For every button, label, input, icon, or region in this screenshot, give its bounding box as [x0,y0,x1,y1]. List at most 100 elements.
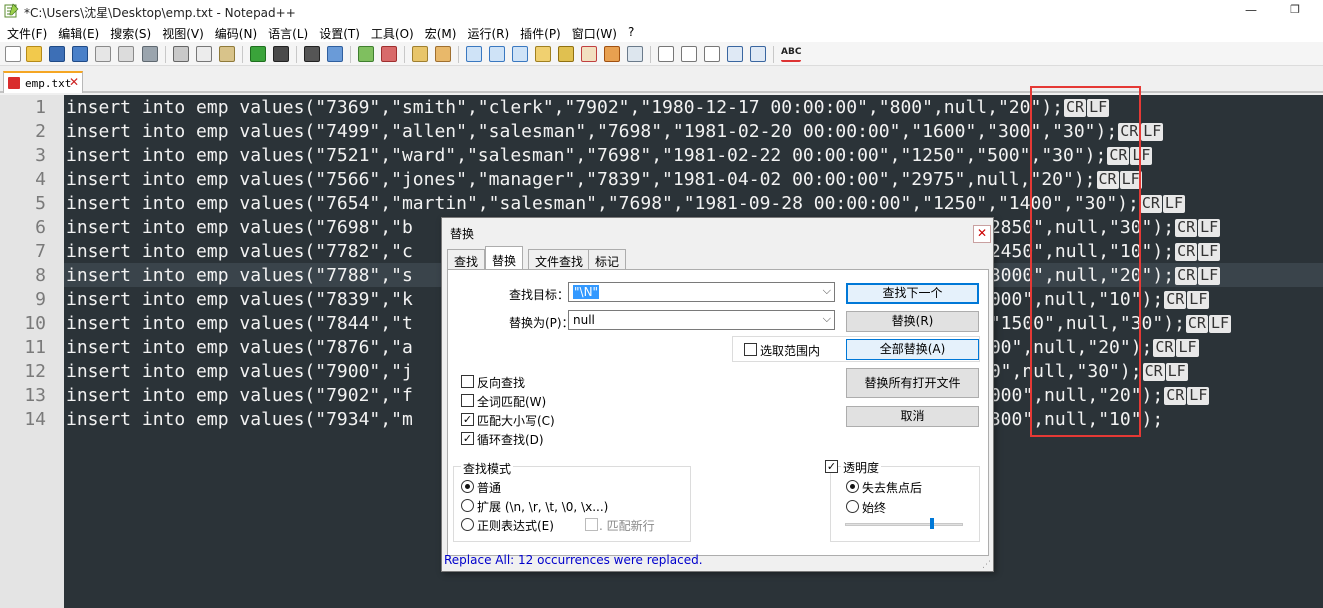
print-icon[interactable] [142,46,158,62]
code-line[interactable]: insert into emp values("7876","a [66,336,413,360]
tab-find-in-files[interactable]: 文件查找 [528,249,591,269]
code-line[interactable]: insert into emp values("7499","allen","s… [66,120,1164,144]
search-mode-extended-radio[interactable] [461,499,474,512]
run-macro-multiple-icon[interactable] [727,46,743,62]
transparency-on-lose-focus-radio[interactable] [846,480,859,493]
code-line[interactable]: insert into emp values("7839","k [66,288,413,312]
menu-search[interactable]: 搜索(S) [107,22,154,42]
define-language-icon[interactable] [535,46,551,62]
undo-icon[interactable] [250,46,266,62]
menu-help[interactable]: ? [625,22,637,42]
minimize-button[interactable]: — [1243,3,1259,17]
tab-find[interactable]: 查找 [447,249,486,269]
word-wrap-icon[interactable] [466,46,482,62]
folder-as-workspace-icon[interactable] [604,46,620,62]
chevron-down-icon[interactable]: ⌵ [823,312,831,326]
search-mode-extended-label: 扩展 (\n, \r, \t, \0, \x...) [477,500,609,514]
copy-icon[interactable] [196,46,212,62]
code-line-tail-text: 3000",null,"20"); [979,385,1164,406]
new-file-icon[interactable] [5,46,21,62]
tab-replace[interactable]: 替换 [485,246,524,270]
replace-all-button[interactable]: 全部替换(A) [846,339,979,360]
show-all-characters-icon[interactable] [489,46,505,62]
code-line[interactable]: insert into emp values("7934","m [66,408,413,432]
backward-direction-label: 反向查找 [477,376,526,390]
code-line[interactable]: insert into emp values("7788","s [66,264,413,288]
menu-language[interactable]: 语言(L) [265,22,311,42]
close-file-icon[interactable] [95,46,111,62]
restore-button[interactable]: ❐ [1287,3,1303,17]
find-next-button[interactable]: 查找下一个 [846,283,979,304]
chevron-down-icon[interactable]: ⌵ [823,284,831,298]
in-selection-checkbox[interactable] [744,343,757,356]
code-line[interactable]: insert into emp values("7369","smith","c… [66,96,1110,120]
dialog-close-button[interactable]: ✕ [973,225,991,243]
transparency-always-radio[interactable] [846,500,859,513]
code-line[interactable]: insert into emp values("7654","martin","… [66,192,1185,216]
menu-edit[interactable]: 编辑(E) [55,22,102,42]
replace-with-combo[interactable]: null ⌵ [568,310,835,330]
menu-settings[interactable]: 设置(T) [316,22,363,42]
replace-icon[interactable] [327,46,343,62]
transparency-slider-track[interactable] [845,523,963,526]
redo-icon[interactable] [273,46,289,62]
find-what-value: "\N" [573,285,600,299]
tab-mark[interactable]: 标记 [588,249,627,269]
transparency-slider-thumb[interactable] [930,518,935,529]
tab-close-icon[interactable]: ✕ [69,76,81,89]
open-file-icon[interactable] [26,46,42,62]
search-mode-normal-radio[interactable] [461,480,474,493]
menu-encoding[interactable]: 编码(N) [212,22,260,42]
save-icon[interactable] [49,46,65,62]
replace-button[interactable]: 替换(R) [846,311,979,332]
code-line[interactable]: insert into emp values("7844","t [66,312,413,336]
code-line[interactable]: insert into emp values("7521","ward","sa… [66,144,1153,168]
code-line[interactable]: insert into emp values("7782","c [66,240,413,264]
cut-icon[interactable] [173,46,189,62]
search-mode-regex-radio[interactable] [461,518,474,531]
record-macro-icon[interactable] [658,46,674,62]
line-number: 10 [24,313,46,334]
paste-icon[interactable] [219,46,235,62]
spellcheck-icon[interactable]: ABC [781,46,801,62]
file-tab-emp[interactable]: emp.txt ✕ [3,71,83,93]
find-icon[interactable] [304,46,320,62]
document-map-icon[interactable] [558,46,574,62]
code-line[interactable]: insert into emp values("7566","jones","m… [66,168,1142,192]
menu-view[interactable]: 视图(V) [159,22,207,42]
cancel-button[interactable]: 取消 [846,406,979,427]
match-whole-word-checkbox[interactable] [461,394,474,407]
eol-cr-marker: CR [1153,338,1176,357]
resize-grip-icon[interactable]: ⋰ [982,560,992,570]
sync-horizontal-icon[interactable] [435,46,451,62]
save-macro-icon[interactable] [750,46,766,62]
monitoring-eye-icon[interactable] [627,46,643,62]
match-case-checkbox[interactable]: ✓ [461,413,474,426]
line-number: 2 [35,121,46,142]
menu-macro[interactable]: 宏(M) [422,22,460,42]
replace-all-in-open-documents-button[interactable]: 替换所有打开文件 [846,368,979,398]
code-line[interactable]: insert into emp values("7902","f [66,384,413,408]
sync-vertical-icon[interactable] [412,46,428,62]
code-line[interactable]: insert into emp values("7698","b [66,216,413,240]
code-line[interactable]: insert into emp values("7900","j [66,360,413,384]
menu-tools[interactable]: 工具(O) [368,22,417,42]
save-all-icon[interactable] [72,46,88,62]
menu-file[interactable]: 文件(F) [4,22,50,42]
backward-direction-checkbox[interactable] [461,375,474,388]
toolbar-separator [404,46,405,63]
close-all-icon[interactable] [118,46,134,62]
stop-recording-icon[interactable] [681,46,697,62]
indent-guide-icon[interactable] [512,46,528,62]
zoom-out-icon[interactable] [381,46,397,62]
zoom-in-icon[interactable] [358,46,374,62]
function-list-icon[interactable] [581,46,597,62]
find-what-combo[interactable]: "\N" ⌵ [568,282,835,302]
eol-lf-marker: LF [1130,146,1153,165]
wrap-around-checkbox[interactable]: ✓ [461,432,474,445]
menu-plugins[interactable]: 插件(P) [517,22,564,42]
transparency-checkbox[interactable]: ✓ [825,460,838,473]
playback-macro-icon[interactable] [704,46,720,62]
menu-window[interactable]: 窗口(W) [569,22,620,42]
menu-run[interactable]: 运行(R) [464,22,512,42]
